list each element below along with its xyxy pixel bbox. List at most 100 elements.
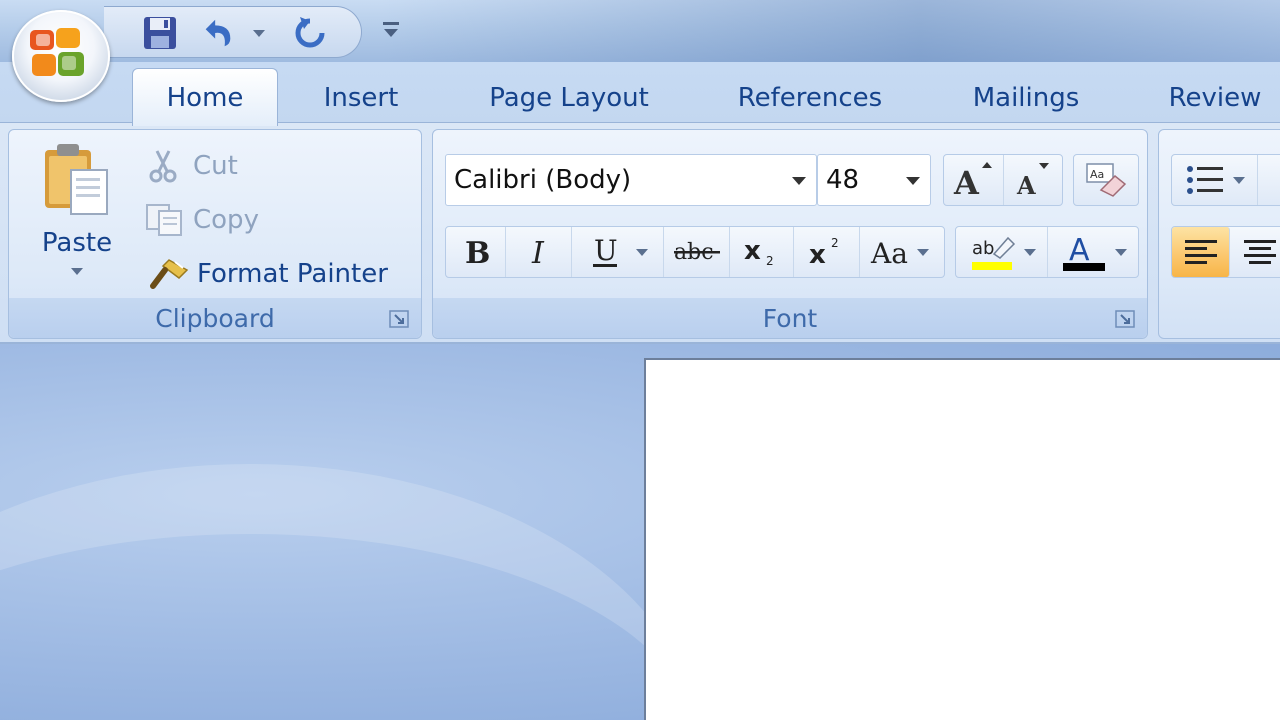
- subscript-icon: x2: [744, 236, 774, 268]
- font-group: Calibri (Body) 48 A A Aa B I U abc x 2 x…: [432, 129, 1148, 339]
- clear-formatting-button[interactable]: Aa: [1074, 155, 1138, 205]
- superscript-icon: x2: [809, 236, 839, 269]
- bullets-button[interactable]: [1172, 155, 1258, 205]
- clear-formatting-strip: Aa: [1073, 154, 1139, 206]
- list-strip: [1171, 154, 1280, 206]
- font-color-icon: A: [1063, 233, 1105, 271]
- tab-mailings[interactable]: Mailings: [950, 76, 1102, 120]
- paragraph-group: [1158, 129, 1280, 339]
- tab-mailings-label: Mailings: [972, 83, 1080, 113]
- copy-button[interactable]: Copy: [145, 202, 259, 238]
- tab-page-layout-label: Page Layout: [489, 83, 649, 113]
- paste-icon: [45, 144, 108, 215]
- svg-text:Aa: Aa: [870, 237, 908, 269]
- align-center-button[interactable]: [1230, 227, 1280, 277]
- save-button[interactable]: [142, 15, 178, 51]
- office-logo-icon: [30, 28, 84, 76]
- svg-text:A: A: [1016, 171, 1036, 200]
- tab-home[interactable]: Home: [132, 68, 278, 126]
- cut-button[interactable]: Cut: [147, 148, 238, 184]
- scissors-icon: [149, 150, 177, 183]
- tab-references-label: References: [737, 83, 883, 113]
- italic-button[interactable]: I: [506, 227, 572, 277]
- clipboard-group-label-text: Clipboard: [155, 303, 275, 333]
- undo-dropdown[interactable]: [248, 15, 270, 51]
- chevron-down-icon[interactable]: [917, 248, 929, 256]
- copy-label: Copy: [193, 205, 259, 235]
- numbering-button[interactable]: [1258, 155, 1280, 205]
- svg-text:B: B: [465, 236, 490, 269]
- tab-review-label: Review: [1168, 83, 1262, 113]
- bullet-list-icon: [1186, 166, 1223, 194]
- chevron-down-icon[interactable]: [1023, 248, 1036, 256]
- chevron-down-icon[interactable]: [792, 177, 806, 185]
- svg-text:I: I: [531, 236, 545, 269]
- grow-shrink-font-strip: A A: [943, 154, 1063, 206]
- cut-label: Cut: [193, 151, 238, 181]
- quick-access-toolbar: [104, 6, 362, 58]
- strikethrough-button[interactable]: abc: [664, 227, 730, 277]
- svg-text:A: A: [1069, 233, 1090, 268]
- document-page[interactable]: [644, 358, 1280, 720]
- highlight-button[interactable]: ab: [956, 227, 1048, 277]
- grow-font-icon: A: [953, 162, 992, 200]
- strikethrough-icon: abc: [673, 240, 720, 265]
- customize-qat-icon: [383, 22, 399, 37]
- tab-review[interactable]: Review: [1150, 76, 1280, 120]
- font-size-combobox[interactable]: 48: [817, 154, 931, 206]
- font-group-label: Font: [433, 298, 1147, 338]
- format-painter-label: Format Painter: [197, 259, 388, 289]
- font-format-strip: B I U abc x2 x2 Aa: [445, 226, 945, 278]
- align-left-button[interactable]: [1172, 227, 1230, 277]
- chevron-down-icon: [71, 268, 83, 275]
- bold-button[interactable]: B: [446, 227, 506, 277]
- svg-text:2: 2: [831, 236, 839, 250]
- align-center-icon: [1244, 240, 1276, 264]
- bold-icon: B: [465, 236, 490, 269]
- svg-text:U: U: [594, 234, 618, 267]
- svg-text:x: x: [744, 236, 761, 266]
- dialog-launcher-icon[interactable]: [389, 310, 409, 328]
- shrink-font-button[interactable]: A: [1004, 155, 1062, 205]
- customize-qat-button[interactable]: [380, 18, 402, 42]
- change-case-button[interactable]: Aa: [860, 227, 938, 277]
- font-name-value: Calibri (Body): [454, 165, 632, 195]
- underline-button[interactable]: U: [572, 227, 664, 277]
- font-color-button[interactable]: A: [1048, 227, 1138, 277]
- paste-button[interactable]: Paste: [31, 140, 123, 290]
- subscript-button[interactable]: x2: [730, 227, 794, 277]
- tab-page-layout[interactable]: Page Layout: [466, 76, 672, 120]
- redo-icon: [295, 17, 325, 48]
- shrink-font-icon: A: [1016, 163, 1049, 200]
- undo-button[interactable]: [200, 15, 236, 51]
- clipboard-group: Paste Cut Copy Format Painter Clipboard: [8, 129, 422, 339]
- chevron-down-icon[interactable]: [1115, 248, 1127, 256]
- office-button[interactable]: [12, 10, 110, 102]
- chevron-down-icon[interactable]: [635, 248, 648, 256]
- svg-text:x: x: [809, 240, 826, 269]
- ribbon: Paste Cut Copy Format Painter Clipboard …: [0, 122, 1280, 344]
- tab-references[interactable]: References: [716, 76, 904, 120]
- highlighter-icon: ab: [971, 236, 1015, 270]
- svg-text:A: A: [953, 164, 980, 200]
- clipboard-group-label: Clipboard: [9, 298, 421, 338]
- tab-insert[interactable]: Insert: [296, 76, 426, 120]
- color-strip: ab A: [955, 226, 1139, 278]
- font-name-combobox[interactable]: Calibri (Body): [445, 154, 817, 206]
- save-icon: [144, 17, 176, 49]
- font-size-value: 48: [826, 165, 860, 195]
- undo-icon: [205, 19, 231, 47]
- dialog-launcher-icon[interactable]: [1115, 310, 1135, 328]
- grow-font-button[interactable]: A: [944, 155, 1004, 205]
- redo-button[interactable]: [292, 15, 328, 51]
- align-strip: [1171, 226, 1280, 278]
- chevron-down-icon: [253, 29, 265, 37]
- clear-formatting-icon: Aa: [1086, 163, 1127, 197]
- chevron-down-icon[interactable]: [1232, 176, 1245, 184]
- chevron-down-icon[interactable]: [906, 177, 920, 185]
- svg-text:Aa: Aa: [1090, 168, 1104, 181]
- superscript-button[interactable]: x2: [794, 227, 860, 277]
- tab-home-label: Home: [166, 82, 244, 113]
- paste-label: Paste: [41, 228, 113, 258]
- format-painter-button[interactable]: Format Painter: [145, 256, 388, 292]
